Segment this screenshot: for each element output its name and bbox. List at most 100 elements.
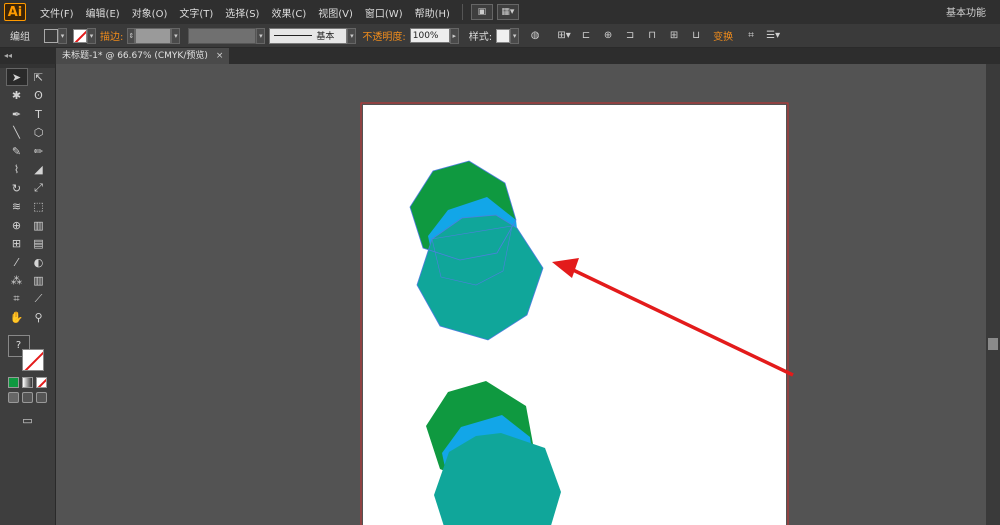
menu-help[interactable]: 帮助(H) bbox=[409, 5, 456, 20]
zoom-tool-icon[interactable]: ⚲ bbox=[28, 309, 50, 327]
warp-tool-icon[interactable]: ≋ bbox=[6, 198, 28, 216]
fill-dropdown-icon[interactable]: ▾ bbox=[58, 27, 67, 44]
tool-row: ✋ ⚲ bbox=[0, 309, 55, 328]
stroke-weight-label[interactable]: 描边: bbox=[100, 28, 123, 43]
opacity-input[interactable]: 100% bbox=[409, 28, 450, 43]
brush-definition-field[interactable]: 基本 bbox=[269, 27, 348, 44]
tool-grid: ➤ ⇱ ✱ ʘ ✒ T ╲ ⬡ ✎ ✏ ⌇ ◢ ↻ ⤢ ≋ ⬚ ⊕ ▥ ⊞ ▤ ⁄ ◐ ⁂ ▥ ⌗ ⟋ ✋ ⚲ bbox=[0, 68, 55, 327]
lasso-icon[interactable]: ʘ bbox=[28, 87, 50, 105]
slice-tool-icon[interactable]: ⟋ bbox=[28, 290, 50, 308]
direct-selection-tool-icon[interactable]: ⇱ bbox=[28, 68, 50, 86]
brush-definition-dropdown-icon[interactable]: ▾ bbox=[347, 27, 357, 44]
perspective-grid-icon[interactable]: ▥ bbox=[28, 216, 50, 234]
fill-swatch[interactable] bbox=[44, 28, 58, 43]
menu-file[interactable]: 文件(F) bbox=[34, 5, 80, 20]
column-graph-icon[interactable]: ▥ bbox=[28, 272, 50, 290]
artboard[interactable] bbox=[363, 105, 786, 525]
opacity-dropdown-icon[interactable]: ▸ bbox=[449, 27, 459, 44]
graphic-style-dropdown-icon[interactable]: ▾ bbox=[510, 27, 520, 44]
align-horizontal-center-icon[interactable]: ⊕ bbox=[600, 28, 616, 44]
stroke-weight-field[interactable] bbox=[135, 27, 172, 44]
paintbrush-icon[interactable]: ✎ bbox=[6, 142, 28, 160]
stroke-weight-stepper[interactable]: ⇕ bbox=[127, 27, 136, 44]
menu-type[interactable]: 文字(T) bbox=[173, 5, 219, 20]
draw-normal-icon[interactable] bbox=[8, 392, 19, 403]
close-tab-icon[interactable]: × bbox=[216, 48, 224, 64]
free-transform-icon[interactable]: ⬚ bbox=[28, 198, 50, 216]
eyedropper-icon[interactable]: ⁄ bbox=[6, 253, 28, 271]
fill-stroke-indicator[interactable]: ? bbox=[4, 331, 52, 373]
selection-type-label: 编组 bbox=[10, 32, 30, 43]
artboard-tool-icon[interactable]: ⌗ bbox=[6, 290, 28, 308]
mesh-tool-icon[interactable]: ⊞ bbox=[6, 235, 28, 253]
pencil-icon[interactable]: ✏ bbox=[28, 142, 50, 160]
menu-edit[interactable]: 编辑(E) bbox=[80, 5, 126, 20]
align-vertical-center-icon[interactable]: ⊞ bbox=[666, 28, 682, 44]
menu-select[interactable]: 选择(S) bbox=[219, 5, 265, 20]
opacity-label[interactable]: 不透明度: bbox=[362, 28, 405, 43]
hand-tool-icon[interactable]: ✋ bbox=[6, 309, 28, 327]
style-label: 样式: bbox=[468, 32, 493, 43]
align-top-icon[interactable]: ⊓ bbox=[644, 28, 660, 44]
blob-brush-icon[interactable]: ⌇ bbox=[6, 161, 28, 179]
bridge-icon[interactable]: ▣ bbox=[470, 4, 493, 20]
color-mode-icon[interactable] bbox=[8, 377, 19, 388]
artwork-canvas[interactable] bbox=[56, 64, 986, 525]
stroke-box[interactable] bbox=[21, 349, 44, 371]
document-tab-title: 未标题-1* @ 66.67% (CMYK/预览) bbox=[62, 51, 208, 61]
workspace-switcher[interactable]: 基本功能 bbox=[946, 4, 986, 19]
variable-width-field[interactable] bbox=[188, 27, 257, 44]
align-left-icon[interactable]: ⊏ bbox=[578, 28, 594, 44]
menu-effect[interactable]: 效果(C) bbox=[265, 5, 312, 20]
polygon-tool-icon[interactable]: ⬡ bbox=[28, 124, 50, 142]
type-tool-icon[interactable]: T bbox=[28, 105, 50, 123]
none-mode-icon[interactable] bbox=[36, 377, 47, 388]
symbol-sprayer-icon[interactable]: ⁂ bbox=[6, 272, 28, 290]
eraser-icon[interactable]: ◢ bbox=[28, 161, 50, 179]
screen-mode-icon[interactable]: ▭ bbox=[17, 411, 39, 429]
stroke-swatch[interactable] bbox=[73, 28, 87, 43]
panel-menu-icon[interactable]: ☰▾ bbox=[765, 28, 781, 44]
arrange-documents-icon[interactable]: ▦▾ bbox=[496, 4, 519, 20]
variable-width-dropdown-icon[interactable]: ▾ bbox=[256, 27, 266, 44]
tool-row: ✎ ✏ bbox=[0, 142, 55, 161]
draw-behind-icon[interactable] bbox=[22, 392, 33, 403]
control-bar: 编组 ▾ ▾ 描边: ⇕ ▾ ▾ 基本 ▾ 不透明度: 100% ▸ 样式: ▾… bbox=[0, 24, 1000, 48]
toolbar-collapse-handle[interactable]: ◂◂ bbox=[0, 48, 56, 64]
menu-object[interactable]: 对象(O) bbox=[126, 5, 174, 20]
tool-row: ✱ ʘ bbox=[0, 87, 55, 106]
document-tab[interactable]: 未标题-1* @ 66.67% (CMYK/预览) × bbox=[56, 48, 230, 64]
line-tool-icon[interactable]: ╲ bbox=[6, 124, 28, 142]
tool-row: ✒ T bbox=[0, 105, 55, 124]
graphic-style-swatch[interactable] bbox=[496, 28, 511, 43]
stroke-dropdown-icon[interactable]: ▾ bbox=[87, 27, 96, 44]
draw-inside-icon[interactable] bbox=[36, 392, 47, 403]
tool-row: ╲ ⬡ bbox=[0, 124, 55, 143]
align-bottom-icon[interactable]: ⊔ bbox=[688, 28, 704, 44]
vertical-scroll-thumb[interactable] bbox=[988, 338, 998, 350]
menu-view[interactable]: 视图(V) bbox=[312, 5, 359, 20]
vertical-scrollbar[interactable] bbox=[986, 64, 1000, 525]
gradient-tool-icon[interactable]: ▤ bbox=[28, 235, 50, 253]
tools-panel: ➤ ⇱ ✱ ʘ ✒ T ╲ ⬡ ✎ ✏ ⌇ ◢ ↻ ⤢ ≋ ⬚ ⊕ ▥ ⊞ ▤ ⁄ ◐ ⁂ ▥ ⌗ ⟋ ✋ ⚲ ? ▭ bbox=[0, 64, 56, 525]
draw-mode-row bbox=[0, 392, 55, 403]
stroke-weight-dropdown-icon[interactable]: ▾ bbox=[171, 27, 181, 44]
scale-tool-icon[interactable]: ⤢ bbox=[28, 179, 50, 197]
blend-tool-icon[interactable]: ◐ bbox=[28, 253, 50, 271]
gradient-mode-icon[interactable] bbox=[22, 377, 33, 388]
align-to-icon[interactable]: ⊞▾ bbox=[556, 28, 572, 44]
canvas-area[interactable] bbox=[56, 64, 986, 525]
transform-link[interactable]: 变换 bbox=[713, 28, 733, 43]
magic-wand-icon[interactable]: ✱ bbox=[6, 87, 28, 105]
align-right-icon[interactable]: ⊐ bbox=[622, 28, 638, 44]
menu-bar: Ai 文件(F) 编辑(E) 对象(O) 文字(T) 选择(S) 效果(C) 视… bbox=[0, 0, 1000, 24]
pen-tool-icon[interactable]: ✒ bbox=[6, 105, 28, 123]
shape-builder-icon[interactable]: ⊕ bbox=[6, 216, 28, 234]
color-mode-row bbox=[0, 377, 55, 388]
isolate-group-icon[interactable]: ⌗ bbox=[743, 28, 759, 44]
tool-row: ⁂ ▥ bbox=[0, 272, 55, 291]
menu-window[interactable]: 窗口(W) bbox=[359, 5, 409, 20]
recolor-artwork-icon[interactable]: ◍ bbox=[527, 28, 543, 44]
selection-tool-icon[interactable]: ➤ bbox=[5, 68, 28, 86]
rotate-tool-icon[interactable]: ↻ bbox=[6, 179, 28, 197]
